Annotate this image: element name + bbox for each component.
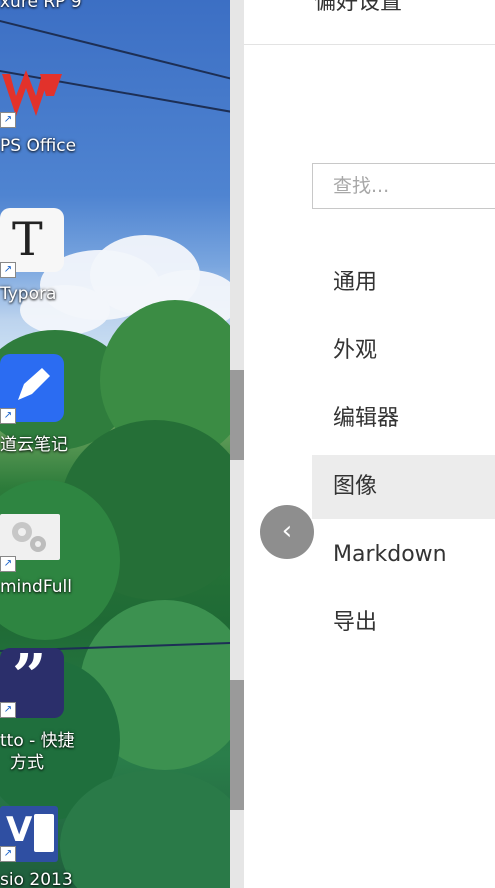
desktop-icon-youdao-note[interactable]: ↗ 道云笔记 — [0, 354, 130, 455]
desktop-icon-mindfull[interactable]: ↗ mindFull — [0, 514, 130, 604]
desktop-icon-typora[interactable]: T ↗ Typora — [0, 208, 130, 308]
mindfull-icon — [0, 514, 60, 560]
desktop-icon-label: PS Office — [0, 136, 77, 156]
shortcut-arrow-icon: ↗ — [0, 556, 16, 572]
desktop-icon-label: xure RP 9 — [0, 0, 82, 12]
menu-item-image[interactable]: 图像 — [312, 455, 495, 519]
strip-shadow — [230, 370, 244, 460]
preferences-panel: 偏好设置 通用 外观 编辑器 图像 Markdown 导出 — [244, 0, 495, 888]
strip-shadow — [230, 680, 244, 810]
chevron-left-icon: ‹ — [281, 516, 293, 546]
ditto-glyph: ” — [12, 642, 47, 712]
desktop-icon-label: 道云笔记 — [0, 435, 68, 455]
desktop-icon-label: Typora — [0, 284, 57, 304]
visio-glyph: V — [6, 810, 33, 850]
desktop-icon-label: mindFull — [0, 577, 72, 597]
collapse-back-button[interactable]: ‹ — [260, 505, 314, 559]
desktop-icon-label: sio 2013 — [0, 870, 73, 888]
search-input[interactable] — [313, 164, 495, 208]
desktop-wallpaper: xure RP 9 ↗ PS Office T ↗ Typora ↗ 道云笔记 — [0, 0, 230, 888]
shortcut-arrow-icon: ↗ — [0, 408, 16, 424]
panel-title: 偏好设置 — [314, 0, 403, 15]
desktop-icon-visio[interactable]: V ↗ sio 2013 — [0, 800, 130, 888]
shortcut-arrow-icon: ↗ — [0, 702, 16, 718]
desktop-icon-axure[interactable]: xure RP 9 — [0, 0, 130, 20]
menu-item-appearance[interactable]: 外观 — [312, 319, 495, 383]
desktop-icon-label-line2: 方式 — [10, 753, 44, 773]
panel-header: 偏好设置 — [244, 0, 495, 45]
menu-item-general[interactable]: 通用 — [312, 251, 495, 315]
desktop-icon-wps-office[interactable]: ↗ PS Office — [0, 62, 130, 162]
menu-item-export[interactable]: 导出 — [312, 591, 495, 655]
shortcut-arrow-icon: ↗ — [0, 846, 16, 862]
shortcut-arrow-icon: ↗ — [0, 262, 16, 278]
window-border-strip — [230, 0, 244, 888]
desktop-icon-ditto[interactable]: ” ↗ tto - 快捷 方式 — [0, 642, 130, 778]
typora-glyph: T — [12, 212, 43, 266]
menu-item-editor[interactable]: 编辑器 — [312, 387, 495, 451]
shortcut-arrow-icon: ↗ — [0, 112, 16, 128]
search-box[interactable] — [312, 163, 495, 209]
menu-item-markdown[interactable]: Markdown — [312, 523, 495, 587]
